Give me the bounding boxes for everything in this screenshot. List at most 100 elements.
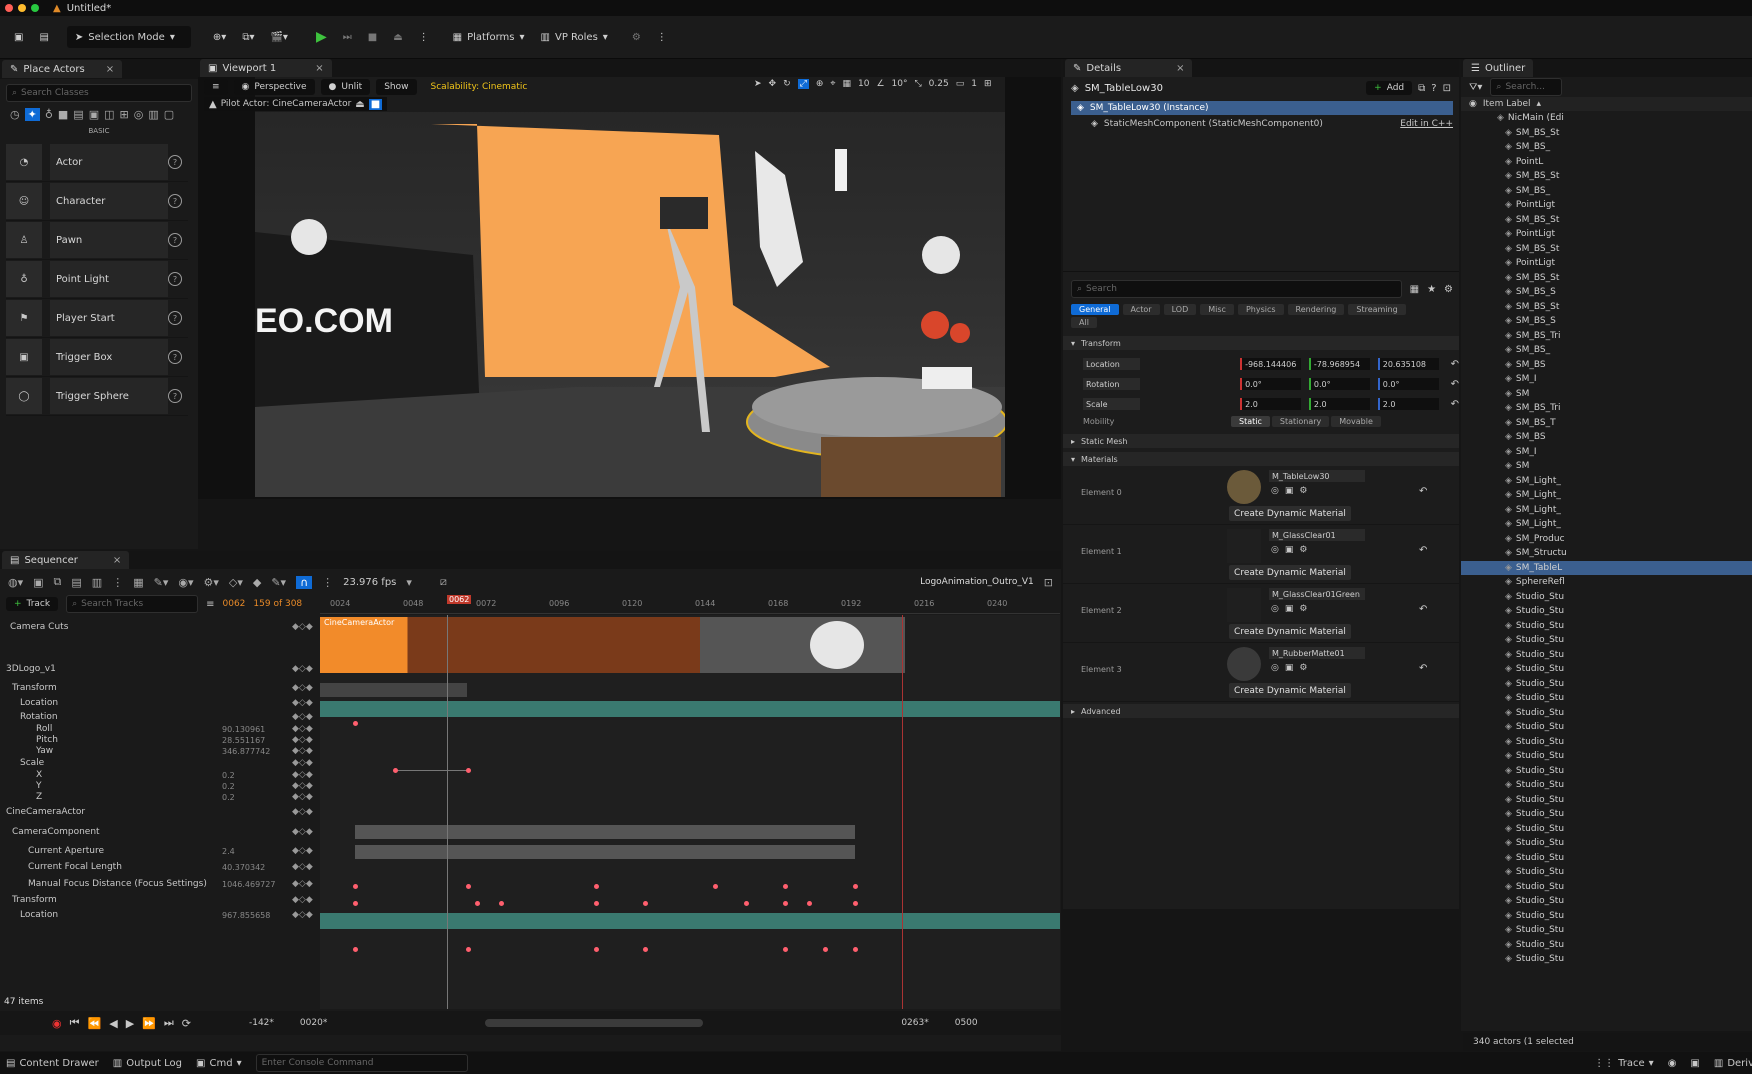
shapes-category-icon[interactable]: ■: [58, 108, 68, 121]
keyframe[interactable]: [853, 947, 858, 952]
pilot-actor-bar[interactable]: ▲ Pilot Actor: CineCameraActor ⏏ ■: [204, 97, 388, 111]
platforms-dropdown[interactable]: ▦ Platforms ▾: [445, 26, 533, 48]
more-options-icon[interactable]: ⋮: [411, 26, 437, 48]
advanced-section[interactable]: ▸ Advanced: [1063, 704, 1459, 718]
eject-icon[interactable]: ⏏: [385, 26, 410, 48]
all-classes-icon[interactable]: ◎: [134, 108, 144, 121]
category-tab[interactable]: Actor: [1122, 304, 1160, 315]
grid-snap-icon[interactable]: ▦: [842, 79, 851, 89]
create-dynamic-material-button[interactable]: Create Dynamic Material: [1229, 506, 1351, 521]
minimize-window-icon[interactable]: [18, 4, 26, 12]
create-dynamic-material-button[interactable]: Create Dynamic Material: [1229, 565, 1351, 580]
help-icon[interactable]: ?: [168, 155, 182, 169]
outliner-item[interactable]: ◈ SM_BS_Tri: [1461, 401, 1752, 416]
outliner-item[interactable]: ◈ SM_Light_: [1461, 474, 1752, 489]
camera-component-section-bar[interactable]: [355, 845, 855, 859]
browse-icon[interactable]: ▣: [1285, 604, 1294, 614]
scale-snap-size[interactable]: 0.25: [929, 79, 949, 89]
tab-place-actors[interactable]: ✎ Place Actors ×: [2, 60, 123, 78]
add-actor-icon[interactable]: ⊕▾: [205, 26, 234, 48]
keyframe[interactable]: [823, 947, 828, 952]
visual-effects-icon[interactable]: ▣: [89, 108, 99, 121]
mobility-option[interactable]: Stationary: [1271, 415, 1330, 427]
sequencer-track[interactable]: Current Aperture 2.4 ◆◇◆: [0, 843, 318, 859]
search-tracks-input[interactable]: ⌕ Search Tracks: [66, 595, 199, 613]
category-tab[interactable]: Misc: [1200, 304, 1234, 315]
item-label-column[interactable]: Item Label: [1483, 99, 1531, 109]
curve-editor-icon[interactable]: ⧄: [440, 575, 447, 589]
camera-transform-section-bar[interactable]: [320, 913, 1060, 929]
mobility-option[interactable]: Movable: [1331, 415, 1381, 427]
cinematics-icon[interactable]: 🎬▾: [262, 26, 295, 48]
maximize-window-icon[interactable]: [31, 4, 39, 12]
scale-tool-icon[interactable]: ⤢: [797, 79, 809, 89]
keyframe[interactable]: [353, 947, 358, 952]
outliner-item[interactable]: ◈ Studio_Stu: [1461, 691, 1752, 706]
tools-icon[interactable]: ✎▾: [154, 576, 169, 589]
search-classes-input[interactable]: ⌕ Search Classes: [6, 84, 192, 102]
loop-icon[interactable]: ⟳: [182, 1017, 191, 1030]
outliner-item[interactable]: ◈ Studio_Stu: [1461, 619, 1752, 634]
reset-icon[interactable]: ↶: [1419, 486, 1427, 497]
track-add-key-icon[interactable]: ◆◇◆: [292, 664, 318, 674]
reverse-play-icon[interactable]: ◀: [109, 1017, 117, 1030]
keyframe[interactable]: [853, 884, 858, 889]
object-name[interactable]: SM_TableLow30: [1085, 83, 1360, 94]
outliner-item[interactable]: ◈ Studio_Stu: [1461, 880, 1752, 895]
keyframe[interactable]: [783, 884, 788, 889]
use-selected-icon[interactable]: ◎: [1271, 663, 1279, 673]
layout-icon[interactable]: ⊞: [984, 79, 992, 89]
blueprint-icon[interactable]: ⧉: [1418, 83, 1425, 94]
category-tab[interactable]: Rendering: [1287, 304, 1345, 315]
browse-icon[interactable]: ▣: [1285, 486, 1294, 496]
sort-icon[interactable]: ▴: [1537, 99, 1542, 109]
more-options-icon[interactable]: ⋮: [112, 576, 123, 589]
recent-icon[interactable]: ◷: [10, 108, 20, 121]
trace-dropdown[interactable]: ⋮⋮ Trace ▾: [1594, 1058, 1654, 1069]
track-add-key-icon[interactable]: ◆◇◆: [292, 879, 318, 889]
eject-pilot-icon[interactable]: ⏏: [355, 99, 364, 110]
static-mesh-section[interactable]: ▸ Static Mesh: [1063, 434, 1459, 448]
close-tab-icon[interactable]: ×: [113, 555, 121, 566]
derived-data-button[interactable]: ▥ Deriv: [1714, 1058, 1752, 1069]
outliner-item[interactable]: ◈ Studio_Stu: [1461, 662, 1752, 677]
source-control-icon[interactable]: ◉: [1668, 1058, 1677, 1069]
outliner-item[interactable]: ◈ SM_BS_: [1461, 343, 1752, 358]
surface-snap-icon[interactable]: ⌖: [830, 79, 835, 89]
perspective-dropdown[interactable]: ◉ Perspective: [233, 79, 315, 95]
sequencer-track[interactable]: 3DLogo_v1 ◆◇◆: [0, 661, 318, 677]
curve-icon[interactable]: ✎▾: [271, 576, 286, 589]
range-out[interactable]: 0263*: [901, 1018, 928, 1028]
outliner-item[interactable]: ◈ SM_BS_T: [1461, 416, 1752, 431]
filter-icon[interactable]: ⛛▾: [1469, 82, 1482, 93]
component-row[interactable]: ◈ StaticMeshComponent (StaticMeshCompone…: [1071, 117, 1453, 131]
outliner-item[interactable]: ◈ SM: [1461, 387, 1752, 402]
outliner-item[interactable]: ◈ SM_BS: [1461, 358, 1752, 373]
outliner-item[interactable]: ◈ Studio_Stu: [1461, 836, 1752, 851]
track-add-key-icon[interactable]: ◆◇◆: [292, 895, 318, 905]
basic-category-icon[interactable]: ✦: [24, 108, 40, 121]
scale-snap-icon[interactable]: ⤡: [914, 79, 921, 89]
location-value[interactable]: -78.968954: [1308, 358, 1370, 370]
sequencer-track[interactable]: Manual Focus Distance (Focus Settings) 10…: [0, 876, 318, 892]
help-icon[interactable]: ?: [168, 194, 182, 208]
outliner-item[interactable]: ◈ SM_BS_St: [1461, 300, 1752, 315]
category-tab[interactable]: General: [1071, 304, 1119, 315]
outliner-item[interactable]: ◈ Studio_Stu: [1461, 807, 1752, 822]
outliner-item[interactable]: ◈ Studio_Stu: [1461, 865, 1752, 880]
use-selected-icon[interactable]: ◎: [1271, 545, 1279, 555]
actor-item[interactable]: ⚑ Player Start?: [6, 299, 188, 338]
timeline-area[interactable]: CineCameraActor: [320, 615, 1060, 1009]
location-value[interactable]: 20.635108: [1377, 358, 1439, 370]
next-key-icon[interactable]: ⏩: [142, 1017, 156, 1030]
rotation-value[interactable]: 0.0°: [1308, 378, 1370, 390]
location-dropdown[interactable]: Location: [1083, 358, 1140, 370]
find-asset-icon[interactable]: ⧉: [54, 575, 62, 589]
outliner-item[interactable]: ◈ Studio_Stu: [1461, 909, 1752, 924]
category-tab[interactable]: Streaming: [1348, 304, 1406, 315]
help-icon[interactable]: ?: [168, 272, 182, 286]
use-selected-icon[interactable]: ◎: [1271, 486, 1279, 496]
actions-icon[interactable]: ▦: [133, 576, 143, 589]
sequencer-track[interactable]: CameraComponent ◆◇◆: [0, 824, 318, 840]
track-add-key-icon[interactable]: ◆◇◆: [292, 862, 318, 872]
